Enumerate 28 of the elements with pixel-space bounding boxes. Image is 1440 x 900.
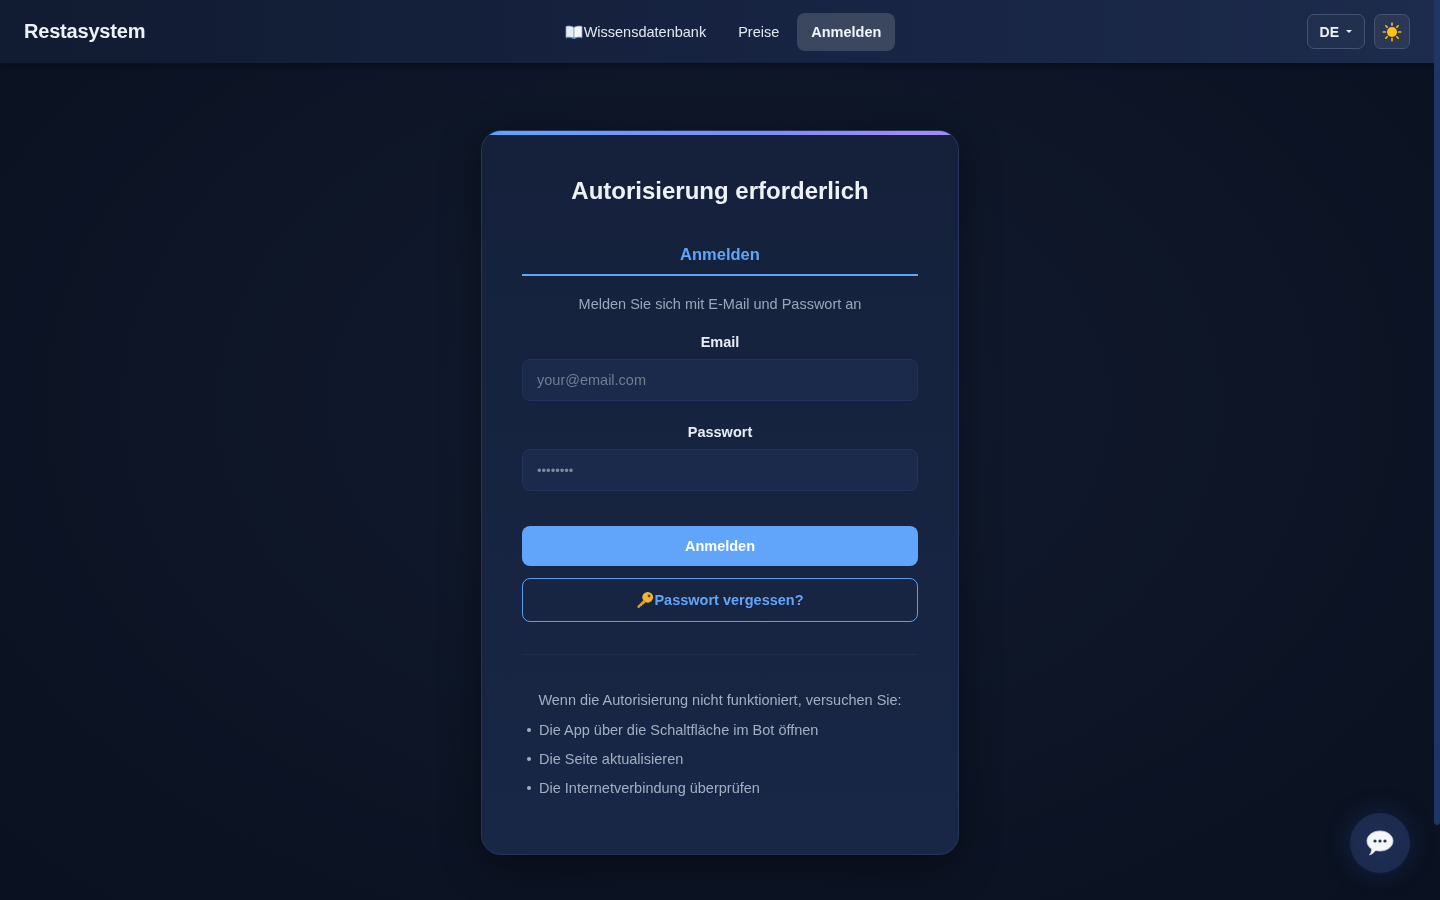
help-list-item: Die App über die Schaltfläche im Bot öffnen [539,721,819,740]
theme-toggle-button[interactable] [1374,14,1410,49]
bullet-icon [527,728,531,732]
speech-bubble-icon [1366,830,1394,856]
field-label: Passwort [686,423,754,442]
help-list-item: Die Internetverbindung überprüfen [539,779,760,798]
key-icon [636,591,655,609]
help-text: Wenn die Autorisierung nicht funktioniert, versuchen Sie: [537,691,903,710]
logo-text[interactable]: Restasystem [24,20,146,43]
scrollbar-thumb[interactable] [1434,0,1440,825]
sun-icon [1382,21,1402,42]
nav-link[interactable]: Preise [724,12,794,51]
tab[interactable]: Anmelden [522,232,918,276]
chat-button[interactable] [1350,813,1410,873]
bullet-icon [527,786,531,790]
help-list-item: Die Seite aktualisieren [539,750,684,769]
card-title: Autorisierung erforderlich [570,176,870,206]
bullet-icon [527,757,531,761]
book-icon [564,24,583,39]
language-dropdown[interactable]: DE [1306,14,1365,49]
email-field[interactable]: your@email.com [522,359,918,401]
password-field[interactable]: •••••••• [522,449,918,491]
subtitle-text: Melden Sie sich mit E-Mail und Passwort an [577,295,863,314]
nav-link[interactable]: Wissensdatenbank [550,12,721,51]
nav-link[interactable]: Anmelden [797,12,896,51]
caret-icon [1346,30,1352,33]
forgot-password-button[interactable]: Passwort vergessen? [522,578,918,622]
field-label: Email [699,333,741,352]
